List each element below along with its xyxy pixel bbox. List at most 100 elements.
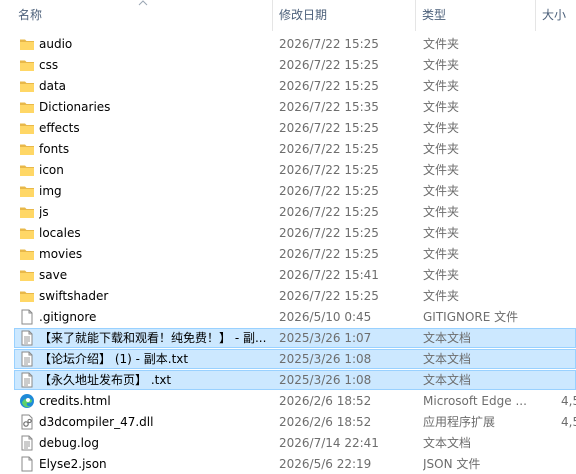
modified-date: 2026/7/22 15:25 — [279, 142, 379, 156]
modified-date: 2026/7/22 15:25 — [279, 58, 379, 72]
file-row[interactable]: effects 2026/7/22 15:25 文件夹 — [14, 118, 576, 138]
modified-date: 2026/5/10 0:45 — [279, 310, 372, 324]
file-name: d3dcompiler_47.dll — [39, 415, 154, 429]
file-type: 文件夹 — [423, 37, 460, 51]
file-type: 文件夹 — [423, 247, 460, 261]
file-row[interactable]: save 2026/7/22 15:41 文件夹 — [14, 265, 576, 285]
modified-date: 2026/7/22 15:25 — [279, 247, 379, 261]
file-name: Elyse2.json — [39, 457, 107, 471]
file-row[interactable]: icon 2026/7/22 15:25 文件夹 — [14, 160, 576, 180]
file-size — [561, 308, 576, 326]
file-type: JSON 文件 — [423, 457, 481, 471]
file-size — [561, 56, 576, 74]
text-file-icon — [21, 330, 33, 346]
file-row[interactable]: credits.html 2026/2/6 18:52 Microsoft Edge… — [14, 391, 576, 411]
file-row[interactable]: 【永久地址发布页】 .txt 2025/3/26 1:08 文本文档 — [14, 370, 576, 390]
file-size — [561, 161, 576, 179]
file-size — [561, 119, 576, 137]
file-name: swiftshader — [39, 289, 109, 303]
file-row[interactable]: Elyse2.json 2026/5/6 22:19 JSON 文件 — [14, 454, 576, 474]
file-name: effects — [39, 121, 80, 135]
file-type: 文本文档 — [423, 436, 472, 450]
folder-icon — [20, 291, 34, 302]
file-name: 【永久地址发布页】 .txt — [39, 373, 172, 387]
modified-date: 2026/7/22 15:25 — [279, 37, 379, 51]
text-file-icon — [21, 351, 33, 367]
modified-date: 2026/7/22 15:25 — [279, 163, 379, 177]
file-icon — [21, 456, 33, 472]
file-row[interactable]: .gitignore 2026/5/10 0:45 GITIGNORE 文件 — [14, 307, 576, 327]
file-type: 文件夹 — [423, 226, 460, 240]
column-header-date[interactable]: 修改日期 — [279, 0, 327, 31]
column-divider[interactable] — [535, 0, 536, 31]
file-name: credits.html — [39, 394, 111, 408]
file-size — [561, 329, 576, 347]
file-row[interactable]: data 2026/7/22 15:25 文件夹 — [14, 76, 576, 96]
modified-date: 2026/7/22 15:25 — [279, 205, 379, 219]
file-size — [561, 371, 576, 389]
text-file-icon — [21, 372, 33, 388]
file-name: img — [39, 184, 62, 198]
file-type: 文件夹 — [423, 184, 460, 198]
column-header-name[interactable]: 名称 — [18, 0, 42, 31]
file-size — [561, 245, 576, 263]
column-header-bar: 名称 修改日期 类型 大小 — [0, 0, 576, 31]
file-name: 【来了就能下载和观看！纯免费！】 - 副... — [39, 331, 267, 345]
file-type: 文件夹 — [423, 100, 460, 114]
file-row[interactable]: img 2026/7/22 15:25 文件夹 — [14, 181, 576, 201]
file-row[interactable]: d3dcompiler_47.dll 2026/2/6 18:52 应用程序扩展 4,… — [14, 412, 576, 432]
file-name: css — [39, 58, 59, 72]
file-row[interactable]: 【论坛介绍】 (1) - 副本.txt 2025/3/26 1:08 文本文档 — [14, 349, 576, 369]
file-name: save — [39, 268, 68, 282]
column-divider[interactable] — [272, 0, 273, 31]
sort-ascending-icon — [138, 0, 148, 6]
column-header-size[interactable]: 大小 — [542, 0, 566, 31]
modified-date: 2026/7/22 15:25 — [279, 184, 379, 198]
modified-date: 2026/7/22 15:25 — [279, 121, 379, 135]
file-icon — [21, 309, 33, 325]
file-type: GITIGNORE 文件 — [423, 310, 519, 324]
file-size — [561, 266, 576, 284]
file-size — [561, 455, 576, 473]
file-row[interactable]: locales 2026/7/22 15:25 文件夹 — [14, 223, 576, 243]
modified-date: 2026/2/6 18:52 — [279, 394, 372, 408]
file-size: 4,5 — [561, 394, 576, 408]
file-size — [561, 434, 576, 452]
modified-date: 2025/3/26 1:08 — [279, 373, 372, 387]
modified-date: 2026/7/22 15:41 — [279, 268, 379, 282]
file-row[interactable]: js 2026/7/22 15:25 文件夹 — [14, 202, 576, 222]
column-divider[interactable] — [415, 0, 416, 31]
modified-date: 2026/7/22 15:25 — [279, 226, 379, 240]
modified-date: 2026/7/22 15:25 — [279, 79, 379, 93]
modified-date: 2026/2/6 18:52 — [279, 415, 372, 429]
modified-date: 2026/5/6 22:19 — [279, 457, 372, 471]
file-row[interactable]: debug.log 2026/7/14 22:41 文本文档 — [14, 433, 576, 453]
file-row[interactable]: movies 2026/7/22 15:25 文件夹 — [14, 244, 576, 264]
file-type: 文件夹 — [423, 58, 460, 72]
file-name: Dictionaries — [39, 100, 111, 114]
folder-icon — [20, 123, 34, 134]
modified-date: 2026/7/22 15:25 — [279, 289, 379, 303]
folder-icon — [20, 186, 34, 197]
folder-icon — [20, 270, 34, 281]
file-name: locales — [39, 226, 81, 240]
file-row[interactable]: 【来了就能下载和观看！纯免费！】 - 副... 2025/3/26 1:07 文本文… — [14, 328, 576, 348]
file-size — [561, 224, 576, 242]
file-row[interactable]: audio 2026/7/22 15:25 文件夹 — [14, 34, 576, 54]
modified-date: 2026/7/14 22:41 — [279, 436, 379, 450]
column-header-type[interactable]: 类型 — [422, 0, 446, 31]
file-size — [561, 140, 576, 158]
file-row[interactable]: css 2026/7/22 15:25 文件夹 — [14, 55, 576, 75]
file-size — [561, 350, 576, 368]
file-size — [561, 35, 576, 53]
folder-icon — [20, 81, 34, 92]
text-file-icon — [21, 435, 33, 451]
file-type: 文件夹 — [423, 121, 460, 135]
file-type: 文件夹 — [423, 79, 460, 93]
file-row[interactable]: fonts 2026/7/22 15:25 文件夹 — [14, 139, 576, 159]
modified-date: 2026/7/22 15:35 — [279, 100, 379, 114]
folder-icon — [20, 60, 34, 71]
file-row[interactable]: Dictionaries 2026/7/22 15:35 文件夹 — [14, 97, 576, 117]
file-name: data — [39, 79, 67, 93]
file-row[interactable]: swiftshader 2026/7/22 15:25 文件夹 — [14, 286, 576, 306]
